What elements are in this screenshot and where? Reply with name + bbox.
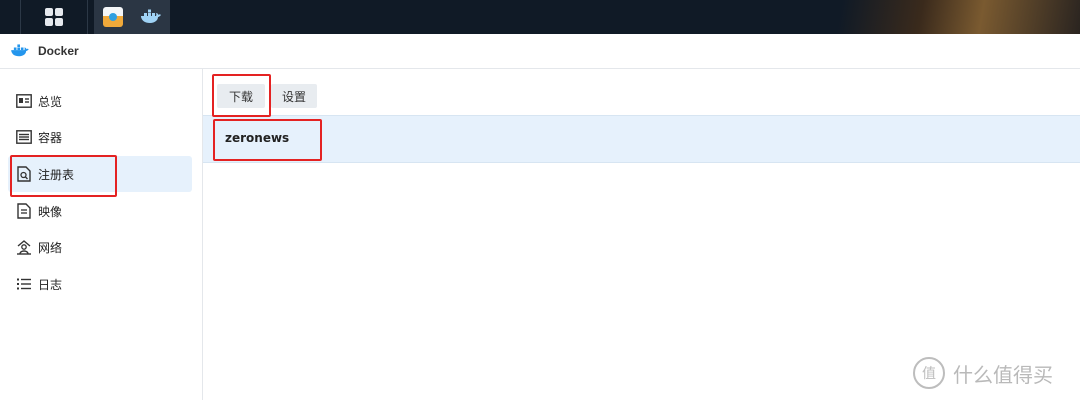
main-menu-button[interactable] (20, 0, 88, 34)
network-icon (16, 239, 32, 255)
overview-icon (16, 93, 32, 109)
sidebar-item-network[interactable]: 网络 (8, 229, 192, 265)
taskbar-docker[interactable] (132, 0, 170, 34)
sidebar-item-registry[interactable]: 注册表 (8, 156, 192, 192)
sidebar-item-label: 网络 (38, 240, 63, 255)
download-button[interactable]: 下载 (217, 84, 265, 108)
watermark: 值 什么值得买 (913, 357, 1053, 389)
sidebar-item-image[interactable]: 映像 (8, 193, 192, 229)
table-row[interactable]: zeronews (203, 115, 1080, 163)
grid-icon (45, 8, 63, 26)
taskbar-package-center[interactable] (94, 0, 132, 34)
watermark-logo-icon: 值 (913, 357, 945, 389)
taskbar (0, 0, 1080, 34)
log-list-icon (16, 276, 32, 292)
registry-item-name: zeronews (225, 131, 290, 145)
sidebar-item-label: 容器 (38, 130, 63, 145)
image-icon (16, 203, 32, 219)
window-title: Docker (38, 44, 79, 58)
registry-search-icon (16, 166, 32, 182)
container-icon (16, 129, 32, 145)
sidebar-item-label: 映像 (38, 204, 63, 219)
window-titlebar: Docker (0, 34, 1080, 69)
sidebar-item-label: 总览 (38, 94, 63, 109)
desktop-wallpaper (680, 0, 1080, 34)
sidebar-item-log[interactable]: 日志 (8, 266, 192, 302)
sidebar-item-label: 日志 (38, 277, 63, 292)
watermark-text: 什么值得买 (953, 362, 1053, 387)
sidebar: 总览 容器 注册表 映像 网络 日志 (0, 69, 203, 400)
docker-icon (141, 9, 161, 23)
settings-button[interactable]: 设置 (271, 84, 317, 108)
sidebar-item-container[interactable]: 容器 (8, 119, 192, 155)
docker-whale-icon (11, 44, 29, 57)
sidebar-item-overview[interactable]: 总览 (8, 83, 192, 119)
sidebar-item-label: 注册表 (38, 167, 75, 182)
package-center-icon (103, 7, 123, 27)
